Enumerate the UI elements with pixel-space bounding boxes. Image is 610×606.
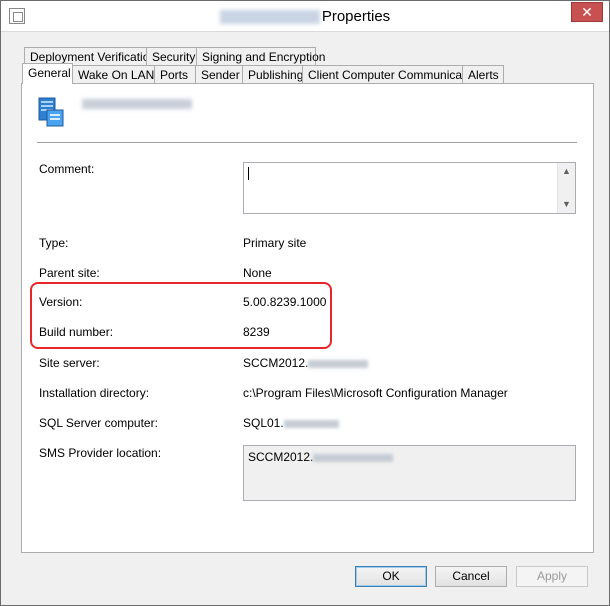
highlight-annotation xyxy=(30,282,332,349)
cancel-button[interactable]: Cancel xyxy=(435,566,507,587)
parent-site-value: None xyxy=(243,266,272,280)
sql-server-label: SQL Server computer: xyxy=(39,416,158,430)
title-bar: Properties ✕ xyxy=(1,1,609,32)
redacted-domain xyxy=(308,359,369,368)
tab-wake-on-lan[interactable]: Wake On LAN xyxy=(72,65,155,83)
tab-client-computer-communication[interactable]: Client Computer Communication xyxy=(302,65,481,83)
comment-label: Comment: xyxy=(39,162,95,176)
parent-site-label: Parent site: xyxy=(39,266,100,280)
tab-publishing[interactable]: Publishing xyxy=(242,65,303,83)
apply-button[interactable]: Apply xyxy=(516,566,588,587)
scroll-down-icon[interactable]: ▼ xyxy=(558,196,575,213)
sms-provider-label: SMS Provider location: xyxy=(39,446,162,460)
site-server-value: SCCM2012. xyxy=(243,356,369,370)
tab-ports[interactable]: Ports xyxy=(154,65,196,83)
close-icon: ✕ xyxy=(581,4,593,20)
close-button[interactable]: ✕ xyxy=(571,2,603,22)
ok-button[interactable]: OK xyxy=(355,566,427,587)
scroll-up-icon[interactable]: ▲ xyxy=(558,163,575,180)
redacted-site-name xyxy=(219,10,320,25)
sms-provider-list[interactable]: SCCM2012. xyxy=(243,445,576,501)
tab-general[interactable]: General xyxy=(22,63,73,84)
type-label: Type: xyxy=(39,236,69,250)
redacted-domain xyxy=(283,419,339,428)
site-server-label: Site server: xyxy=(39,356,100,370)
tab-signing-encryption[interactable]: Signing and Encryption xyxy=(196,47,325,65)
redacted-domain xyxy=(313,453,394,462)
redacted-site-header xyxy=(82,99,192,109)
divider xyxy=(37,142,577,143)
comment-textarea[interactable]: ▲ ▼ xyxy=(243,162,576,214)
text-caret xyxy=(248,167,249,180)
properties-window: Properties ✕ Deployment Verification Sec… xyxy=(0,0,610,606)
tab-sender[interactable]: Sender xyxy=(195,65,243,83)
server-site-icon xyxy=(38,97,64,127)
install-dir-label: Installation directory: xyxy=(39,386,150,400)
comment-scrollbar[interactable]: ▲ ▼ xyxy=(557,163,575,213)
tab-alerts[interactable]: Alerts xyxy=(462,65,504,83)
window-title: Properties xyxy=(1,8,609,25)
tab-security[interactable]: Security xyxy=(146,47,197,65)
type-value: Primary site xyxy=(243,236,307,250)
install-dir-value: c:\Program Files\Microsoft Configuration… xyxy=(243,386,508,400)
sql-server-value: SQL01. xyxy=(243,416,339,430)
